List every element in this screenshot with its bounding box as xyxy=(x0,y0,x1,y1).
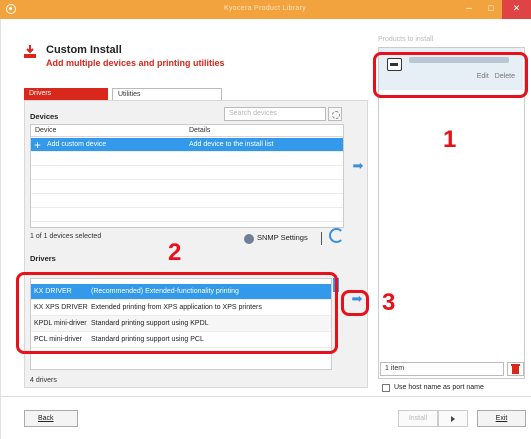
add-icon: + xyxy=(34,138,42,152)
app-icon xyxy=(6,4,16,14)
title-bar: Kyocera Product Library – □ ✕ xyxy=(0,0,531,19)
annotation-number-2: 2 xyxy=(168,239,182,266)
item-count: 1 item xyxy=(380,362,504,376)
exit-button[interactable]: Exit xyxy=(477,410,526,427)
host-name-label: Use host name as port name xyxy=(394,384,484,391)
minimize-button[interactable]: – xyxy=(458,0,480,19)
install-icon xyxy=(24,45,36,58)
search-devices-input[interactable]: Search devices xyxy=(224,107,326,121)
devices-status: 1 of 1 devices selected xyxy=(30,233,102,240)
annotation-number-1: 1 xyxy=(443,126,457,153)
window-title: Kyocera Product Library xyxy=(224,5,306,12)
devices-label: Devices xyxy=(30,112,59,121)
annotation-box-2 xyxy=(16,272,338,354)
page-subtitle: Add multiple devices and printing utilit… xyxy=(46,58,225,68)
close-button[interactable]: ✕ xyxy=(502,0,531,19)
tab-drivers[interactable]: Drivers xyxy=(24,88,108,100)
host-name-checkbox[interactable] xyxy=(382,384,390,392)
annotation-number-3: 3 xyxy=(382,289,396,316)
refresh-icon[interactable] xyxy=(329,228,344,243)
back-button[interactable]: Back xyxy=(24,410,78,427)
exit-label: Exit xyxy=(495,415,508,422)
back-label: Back xyxy=(38,415,54,422)
annotation-box-3 xyxy=(341,290,369,316)
drivers-label: Drivers xyxy=(30,254,56,263)
maximize-button[interactable]: □ xyxy=(480,0,502,19)
divider xyxy=(321,232,322,245)
table-row xyxy=(31,166,343,180)
column-details: Details xyxy=(189,127,211,134)
page-title: Custom Install xyxy=(46,44,122,56)
tab-utilities[interactable]: Utilities xyxy=(112,88,222,100)
device-row-add-custom[interactable]: + Add custom device Add device to the in… xyxy=(31,138,343,152)
add-device-arrow-icon[interactable]: ➡ xyxy=(349,159,367,174)
device-details: Add device to the install list xyxy=(189,141,274,148)
devices-table: Device Details + Add custom device Add d… xyxy=(30,124,344,228)
column-device: Device xyxy=(35,127,57,134)
annotation-box-1 xyxy=(373,52,528,98)
table-row xyxy=(31,180,343,194)
drivers-status: 4 drivers xyxy=(30,377,57,384)
snmp-icon[interactable] xyxy=(244,234,254,244)
snmp-settings-link[interactable]: SNMP Settings xyxy=(257,233,308,242)
install-options-icon[interactable] xyxy=(438,410,468,427)
install-list-header: Products to install xyxy=(378,36,434,43)
table-row xyxy=(31,152,343,166)
table-row xyxy=(31,194,343,208)
trash-icon[interactable] xyxy=(507,362,524,376)
table-row xyxy=(31,208,343,222)
install-button[interactable]: Install xyxy=(398,410,438,427)
devices-table-header: Device Details xyxy=(31,125,343,137)
search-options-icon[interactable] xyxy=(328,107,342,121)
device-name: Add custom device xyxy=(47,141,107,148)
